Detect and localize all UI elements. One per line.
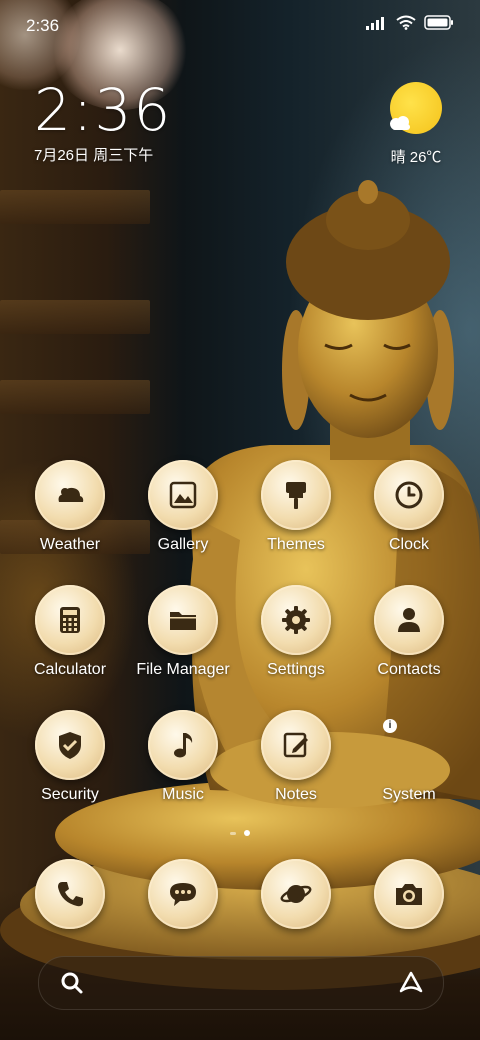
camera-icon[interactable] <box>374 859 444 929</box>
app-label: Contacts <box>377 661 441 678</box>
app-label: Calculator <box>33 661 107 678</box>
weather-widget[interactable]: 晴 26℃ <box>386 82 446 167</box>
browser-planet-icon[interactable] <box>261 859 331 929</box>
app-label: Music <box>162 786 204 803</box>
battery-icon <box>424 15 453 30</box>
app-security[interactable]: Security <box>10 710 130 804</box>
status-icons <box>366 15 454 30</box>
app-gallery[interactable]: Gallery <box>123 460 243 554</box>
contact-icon <box>374 585 444 655</box>
app-label: Notes <box>275 786 317 803</box>
signal-icon <box>366 16 384 30</box>
app-label: System <box>382 786 436 803</box>
app-notes[interactable]: Notes <box>236 710 356 804</box>
search-bar[interactable] <box>38 956 444 1010</box>
gallery-icon <box>148 460 218 530</box>
app-contacts[interactable]: Contacts <box>349 585 469 679</box>
shield-check-icon <box>35 710 105 780</box>
clock-time: 2:36 <box>34 76 173 144</box>
app-clock[interactable]: Clock <box>349 460 469 554</box>
weather-icon <box>35 460 105 530</box>
folder-icon <box>148 585 218 655</box>
clock-icon <box>374 460 444 530</box>
info-badge: i <box>383 719 397 733</box>
clock-widget[interactable]: 2:36 7月26日 周三下午 <box>34 78 172 165</box>
cloud-icon <box>390 116 410 130</box>
app-label: Clock <box>388 536 429 553</box>
app-calculator[interactable]: Calculator <box>10 585 130 679</box>
app-label: Settings <box>267 661 325 678</box>
themes-brush-icon <box>261 460 331 530</box>
app-music[interactable]: Music <box>123 710 243 804</box>
app-label: Gallery <box>157 536 209 553</box>
music-note-icon <box>148 710 218 780</box>
app-themes[interactable]: Themes <box>236 460 356 554</box>
page-dot-active <box>244 830 250 836</box>
note-edit-icon <box>261 710 331 780</box>
status-bar: 2:36 <box>0 0 480 50</box>
app-label: Themes <box>267 536 325 553</box>
search-icon[interactable] <box>59 970 85 996</box>
status-time: 2:36 <box>26 16 60 35</box>
app-system-folder[interactable]: System <box>349 710 469 804</box>
app-weather[interactable]: Weather <box>10 460 130 554</box>
app-label: Security <box>41 786 99 803</box>
page-indicator[interactable] <box>0 830 480 836</box>
app-label: Weather <box>39 536 101 553</box>
page-dot <box>230 831 236 835</box>
messages-icon[interactable] <box>148 859 218 929</box>
gear-icon <box>261 585 331 655</box>
app-file-manager[interactable]: File Manager <box>123 585 243 679</box>
weather-text: 晴 26℃ <box>390 149 442 166</box>
app-label: File Manager <box>136 661 230 678</box>
calculator-icon <box>35 585 105 655</box>
wifi-icon <box>396 15 416 30</box>
assistant-icon[interactable] <box>397 969 425 997</box>
sun-cloud-icon <box>390 82 442 134</box>
app-settings[interactable]: Settings <box>236 585 356 679</box>
phone-icon[interactable] <box>35 859 105 929</box>
clock-date: 7月26日 周三下午 <box>34 147 154 164</box>
